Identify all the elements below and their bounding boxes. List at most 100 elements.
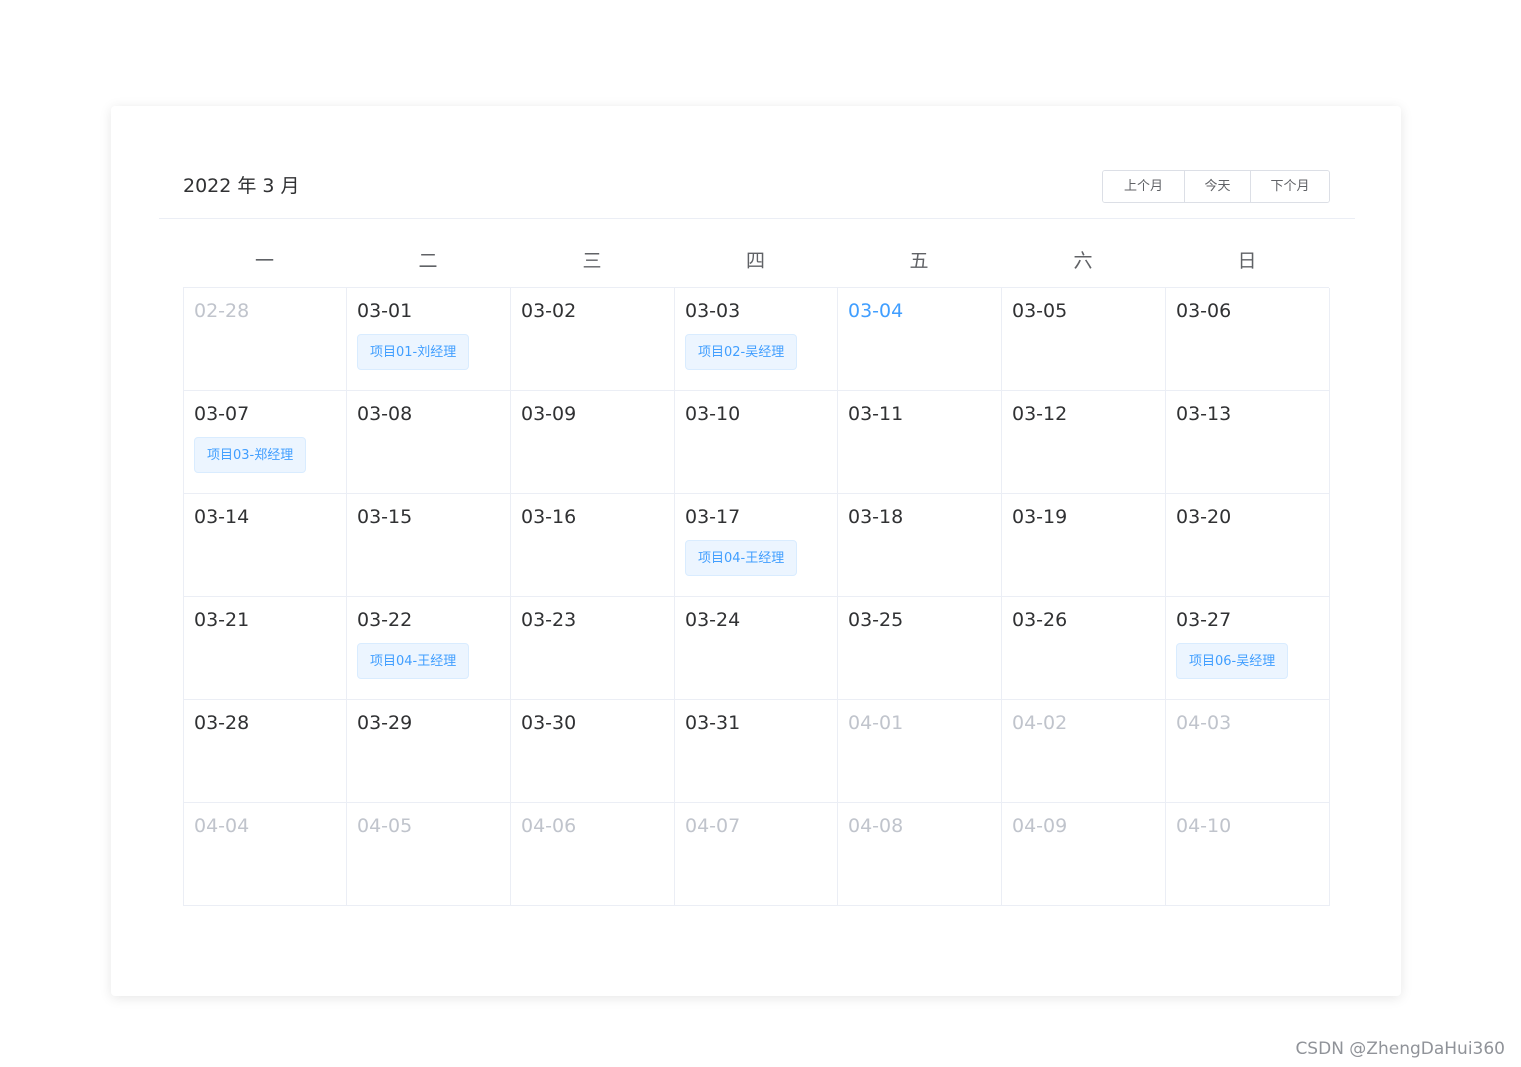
day-date-label: 03-10 xyxy=(685,403,741,425)
day-date-label: 03-11 xyxy=(848,403,904,425)
calendar-title: 2022 年 3 月 xyxy=(183,175,300,197)
day-date-label: 04-06 xyxy=(521,815,577,837)
calendar-day-cell[interactable]: 03-29 xyxy=(347,700,511,803)
day-date-label: 03-01 xyxy=(357,300,413,322)
watermark: CSDN @ZhengDaHui360 xyxy=(1295,1039,1505,1059)
day-date-label: 03-20 xyxy=(1176,506,1232,528)
event-tag[interactable]: 项目01-刘经理 xyxy=(357,334,470,370)
calendar-day-cell[interactable]: 03-13 xyxy=(1166,391,1330,494)
day-date-label: 03-04 xyxy=(848,300,904,322)
weekday-label: 二 xyxy=(418,250,438,272)
calendar-day-cell[interactable]: 04-05 xyxy=(347,803,511,906)
calendar-day-cell[interactable]: 03-24 xyxy=(675,597,838,700)
calendar-day-cell[interactable]: 03-12 xyxy=(1002,391,1166,494)
day-date-label: 03-17 xyxy=(685,506,741,528)
calendar-day-cell[interactable]: 04-04 xyxy=(184,803,347,906)
weekday-header-row: 一二三四五六日 xyxy=(183,242,1329,287)
calendar-day-cell[interactable]: 03-17 项目04-王经理 xyxy=(675,494,838,597)
weekday-label: 五 xyxy=(909,250,929,272)
day-date-label: 03-19 xyxy=(1012,506,1068,528)
calendar-day-cell[interactable]: 03-23 xyxy=(511,597,675,700)
day-date-label: 03-05 xyxy=(1012,300,1068,322)
calendar-day-cell[interactable]: 03-21 xyxy=(184,597,347,700)
calendar-day-cell[interactable]: 04-01 xyxy=(838,700,1002,803)
event-tag[interactable]: 项目02-吴经理 xyxy=(685,334,798,370)
calendar-day-cell[interactable]: 03-27 项目06-吴经理 xyxy=(1166,597,1330,700)
calendar-day-cell[interactable]: 03-08 xyxy=(347,391,511,494)
day-date-label: 03-09 xyxy=(521,403,577,425)
calendar-day-cell[interactable]: 03-14 xyxy=(184,494,347,597)
today-button[interactable]: 今天 xyxy=(1184,171,1250,202)
calendar-day-cell[interactable]: 03-07 项目03-郑经理 xyxy=(184,391,347,494)
weekday-label: 三 xyxy=(582,250,602,272)
day-date-label: 03-13 xyxy=(1176,403,1232,425)
calendar-day-cell[interactable]: 04-08 xyxy=(838,803,1002,906)
day-date-label: 03-07 xyxy=(194,403,250,425)
event-tag[interactable]: 项目06-吴经理 xyxy=(1176,643,1289,679)
day-date-label: 03-26 xyxy=(1012,609,1068,631)
calendar-day-cell[interactable]: 03-16 xyxy=(511,494,675,597)
day-date-label: 03-15 xyxy=(357,506,413,528)
calendar-day-cell[interactable]: 03-09 xyxy=(511,391,675,494)
calendar-day-cell[interactable]: 03-30 xyxy=(511,700,675,803)
day-date-label: 04-07 xyxy=(685,815,741,837)
calendar-day-cell[interactable]: 03-19 xyxy=(1002,494,1166,597)
next-month-button[interactable]: 下个月 xyxy=(1250,171,1329,202)
day-date-label: 04-02 xyxy=(1012,712,1068,734)
month-nav-button-group: 上个月 今天 下个月 xyxy=(1102,170,1330,203)
day-date-label: 03-21 xyxy=(194,609,250,631)
day-date-label: 03-23 xyxy=(521,609,577,631)
day-date-label: 04-04 xyxy=(194,815,250,837)
calendar-day-cell[interactable]: 03-31 xyxy=(675,700,838,803)
calendar-day-cell[interactable]: 03-11 xyxy=(838,391,1002,494)
day-date-label: 03-18 xyxy=(848,506,904,528)
day-date-label: 03-28 xyxy=(194,712,250,734)
calendar-day-cell[interactable]: 03-22 项目04-王经理 xyxy=(347,597,511,700)
day-date-label: 04-01 xyxy=(848,712,904,734)
calendar-card: 2022 年 3 月 上个月 今天 下个月 一 二 三 四 五 六 日 02-28 03-01… xyxy=(111,106,1401,996)
calendar-day-cell[interactable]: 03-20 xyxy=(1166,494,1330,597)
weekday-label: 日 xyxy=(1237,250,1257,272)
calendar-day-cell[interactable]: 04-02 xyxy=(1002,700,1166,803)
day-date-label: 04-10 xyxy=(1176,815,1232,837)
day-date-label: 03-24 xyxy=(685,609,741,631)
calendar-day-cell[interactable]: 04-09 xyxy=(1002,803,1166,906)
calendar-day-cell[interactable]: 04-06 xyxy=(511,803,675,906)
day-date-label: 03-12 xyxy=(1012,403,1068,425)
day-date-label: 03-08 xyxy=(357,403,413,425)
weekday-label: 一 xyxy=(254,250,274,272)
day-date-label: 03-03 xyxy=(685,300,741,322)
calendar-day-cell[interactable]: 02-28 xyxy=(184,288,347,391)
day-date-label: 04-05 xyxy=(357,815,413,837)
event-tag[interactable]: 项目03-郑经理 xyxy=(194,437,307,473)
calendar-day-cell[interactable]: 03-15 xyxy=(347,494,511,597)
day-date-label: 03-02 xyxy=(521,300,577,322)
calendar-day-cell[interactable]: 04-07 xyxy=(675,803,838,906)
day-date-label: 02-28 xyxy=(194,300,250,322)
calendar-day-cell[interactable]: 03-28 xyxy=(184,700,347,803)
calendar-day-cell[interactable]: 03-05 xyxy=(1002,288,1166,391)
calendar-day-cell[interactable]: 03-26 xyxy=(1002,597,1166,700)
calendar-day-cell[interactable]: 03-02 xyxy=(511,288,675,391)
calendar-day-cell[interactable]: 03-06 xyxy=(1166,288,1330,391)
day-date-label: 03-14 xyxy=(194,506,250,528)
day-date-label: 03-27 xyxy=(1176,609,1232,631)
event-tag[interactable]: 项目04-王经理 xyxy=(685,540,798,576)
weekday-label: 六 xyxy=(1073,250,1093,272)
prev-month-button[interactable]: 上个月 xyxy=(1103,171,1184,202)
calendar-day-cell[interactable]: 03-03 项目02-吴经理 xyxy=(675,288,838,391)
calendar-day-cell[interactable]: 04-10 xyxy=(1166,803,1330,906)
day-date-label: 03-31 xyxy=(685,712,741,734)
day-date-label: 03-06 xyxy=(1176,300,1232,322)
calendar-day-cell[interactable]: 03-10 xyxy=(675,391,838,494)
calendar-day-cell[interactable]: 03-25 xyxy=(838,597,1002,700)
calendar-grid: 02-28 03-01 项目01-刘经理 03-02 03-03 项目02-吴经理 03-0… xyxy=(183,287,1330,906)
calendar-day-cell[interactable]: 03-18 xyxy=(838,494,1002,597)
calendar-day-cell[interactable]: 04-03 xyxy=(1166,700,1330,803)
event-tag[interactable]: 项目04-王经理 xyxy=(357,643,470,679)
day-date-label: 04-09 xyxy=(1012,815,1068,837)
day-date-label: 04-08 xyxy=(848,815,904,837)
day-date-label: 03-25 xyxy=(848,609,904,631)
calendar-day-cell[interactable]: 03-01 项目01-刘经理 xyxy=(347,288,511,391)
calendar-day-cell-today[interactable]: 03-04 xyxy=(838,288,1002,391)
